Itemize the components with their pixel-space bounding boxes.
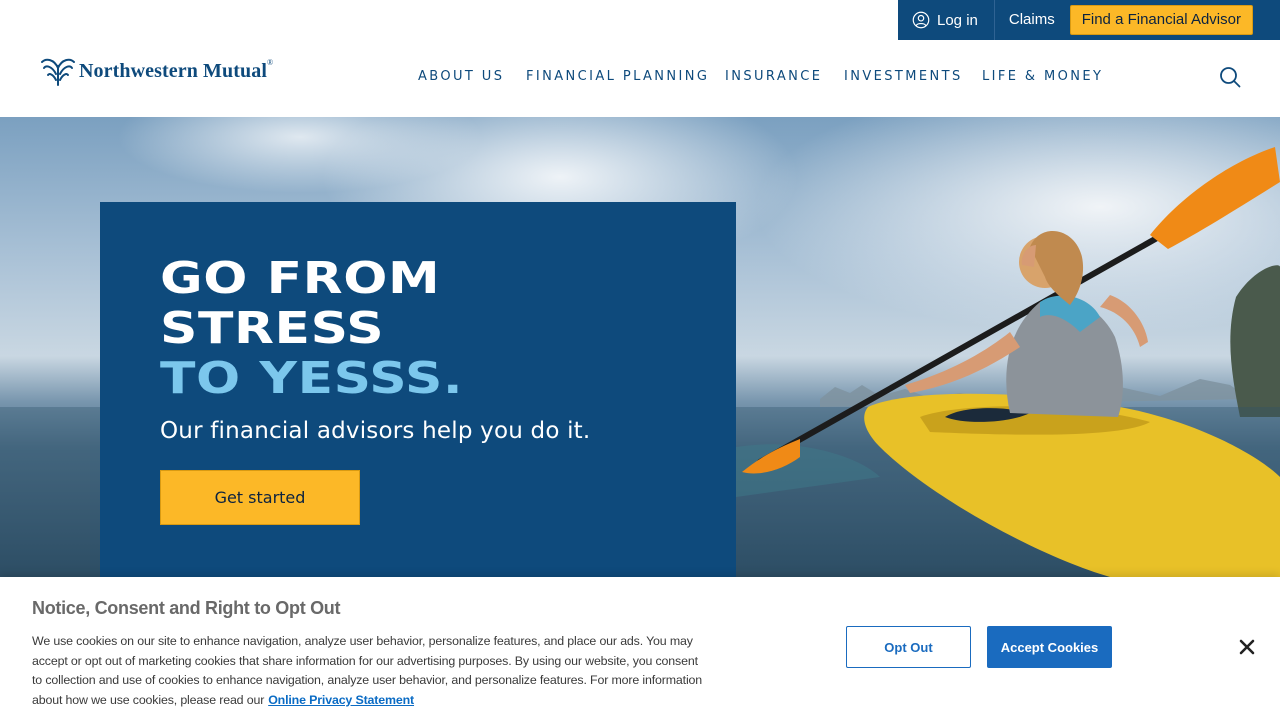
cookie-banner: Notice, Consent and Right to Opt Out We …	[0, 577, 1280, 720]
nav-insurance[interactable]: INSURANCE	[725, 69, 822, 84]
hero-banner: GO FROM STRESS TO YESSS. Our financial a…	[0, 117, 1280, 577]
hero-title-line1: GO FROM	[160, 253, 441, 304]
utility-bar: Log in Claims Find a Financial Advisor	[898, 0, 1280, 40]
close-icon	[1239, 639, 1255, 655]
close-banner-button[interactable]	[1238, 638, 1256, 656]
main-nav: ABOUT US FINANCIAL PLANNING INSURANCE IN…	[0, 69, 1280, 85]
search-icon	[1220, 67, 1241, 88]
privacy-statement-link[interactable]: Online Privacy Statement	[268, 693, 414, 707]
nav-financial-planning[interactable]: FINANCIAL PLANNING	[526, 69, 709, 84]
hero-panel: GO FROM STRESS TO YESSS. Our financial a…	[100, 202, 736, 577]
cookie-body: We use cookies on our site to enhance na…	[32, 632, 704, 710]
nav-about-us[interactable]: ABOUT US	[418, 69, 504, 84]
search-button[interactable]	[1219, 66, 1241, 88]
claims-link[interactable]: Claims	[995, 0, 1070, 40]
cookie-title: Notice, Consent and Right to Opt Out	[32, 598, 341, 618]
login-label: Log in	[937, 11, 978, 29]
get-started-button[interactable]: Get started	[160, 470, 360, 525]
user-icon	[912, 11, 930, 29]
nav-investments[interactable]: INVESTMENTS	[844, 69, 963, 84]
login-link[interactable]: Log in	[898, 0, 995, 40]
hero-title: GO FROM STRESS TO YESSS.	[160, 254, 463, 404]
nav-life-and-money[interactable]: LIFE & MONEY	[982, 69, 1103, 84]
accept-cookies-button[interactable]: Accept Cookies	[987, 626, 1112, 668]
opt-out-button[interactable]: Opt Out	[846, 626, 971, 668]
find-advisor-button[interactable]: Find a Financial Advisor	[1069, 5, 1253, 35]
hero-title-line2: STRESS	[160, 303, 385, 354]
hero-subtitle: Our financial advisors help you do it.	[160, 418, 591, 444]
hero-title-line3: TO YESSS.	[160, 353, 464, 404]
